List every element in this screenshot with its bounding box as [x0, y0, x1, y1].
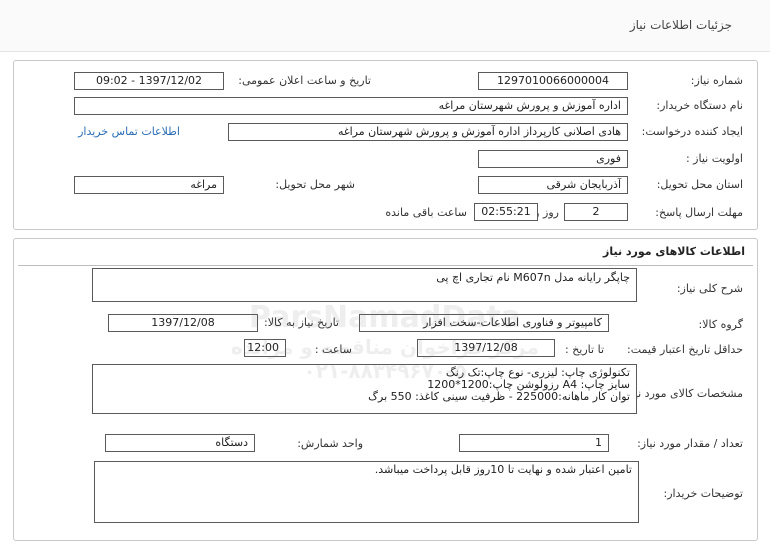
- city-field: مراغه: [74, 176, 224, 194]
- remaining-word: ساعت باقی مانده: [385, 206, 467, 219]
- specs-label: مشخصات کالای مورد نیاز:: [622, 387, 743, 400]
- unit-label: واحد شمارش:: [297, 437, 363, 450]
- buyer-org-label: نام دستگاه خریدار:: [656, 99, 743, 112]
- buyer-notes-label: توضیحات خریدار:: [663, 487, 744, 500]
- general-desc-label: شرح کلی نیاز:: [676, 282, 743, 295]
- goods-panel: اطلاعات کالاهای مورد نیاز شرح کلی نیاز: …: [13, 238, 758, 541]
- need-number-label: شماره نیاز:: [690, 74, 743, 87]
- need-number-field: 1297010066000004: [478, 72, 628, 90]
- province-label: استان محل تحویل:: [656, 178, 743, 191]
- announce-field: 1397/12/02 - 09:02: [74, 72, 224, 90]
- contact-buyer-link[interactable]: اطلاعات تماس خریدار: [78, 125, 180, 138]
- count-field: 1: [459, 434, 609, 452]
- min-validity-label: حداقل تاریخ اعتبار قیمت:: [627, 343, 743, 356]
- announce-label: تاریخ و ساعت اعلان عمومی:: [238, 74, 371, 87]
- priority-label: اولویت نیاز :: [685, 152, 743, 165]
- count-label: تعداد / مقدار مورد نیاز:: [637, 437, 743, 450]
- until-date-field: 1397/12/08: [417, 339, 555, 357]
- hour-field: 12:00: [244, 339, 286, 357]
- need-date-label: تاریخ نیاز به کالا:: [264, 316, 339, 329]
- requester-label: ایجاد کننده درخواست:: [641, 125, 743, 138]
- province-field: آذربایجان شرقی: [478, 176, 628, 194]
- specs-field: تکنولوژی چاپ: لیزری- نوع چاپ:تک رنگ سایز…: [92, 364, 637, 414]
- section-divider: [18, 265, 753, 266]
- city-label: شهر محل تحویل:: [275, 178, 355, 191]
- unit-field: دستگاه: [105, 434, 255, 452]
- goods-section-title: اطلاعات کالاهای مورد نیاز: [603, 245, 745, 258]
- specs-line: توان کار ماهانه:225000 - ظرفیت سینی کاغذ…: [368, 390, 630, 403]
- page-title: جزئیات اطلاعات نیاز: [629, 18, 732, 32]
- need-date-field: 1397/12/08: [108, 314, 258, 332]
- deadline-time-field: 02:55:21: [474, 203, 538, 221]
- need-info-panel: شماره نیاز: 1297010066000004 تاریخ و ساع…: [13, 60, 758, 230]
- general-desc-field: چاپگر رایانه مدل M607n نام تجاری اچ پی: [92, 268, 637, 302]
- deadline-label: مهلت ارسال پاسخ:: [655, 206, 743, 219]
- buyer-org-field: اداره آموزش و پرورش شهرستان مراغه: [74, 97, 628, 115]
- goods-group-field: کامپیوتر و فناوری اطلاعات-سخت افزار: [359, 314, 609, 332]
- page-header: جزئیات اطلاعات نیاز: [0, 0, 770, 52]
- hour-label: ساعت :: [314, 343, 352, 356]
- until-date-label: تا تاریخ :: [565, 343, 604, 356]
- requester-field: هادی اصلانی کارپرداز اداره آموزش و پرورش…: [228, 123, 628, 141]
- goods-group-label: گروه کالا:: [698, 318, 743, 331]
- deadline-days-field: 2: [564, 203, 628, 221]
- buyer-notes-field: تامین اعتبار شده و نهایت تا 10روز قابل پ…: [94, 461, 639, 523]
- priority-field: فوری: [478, 150, 628, 168]
